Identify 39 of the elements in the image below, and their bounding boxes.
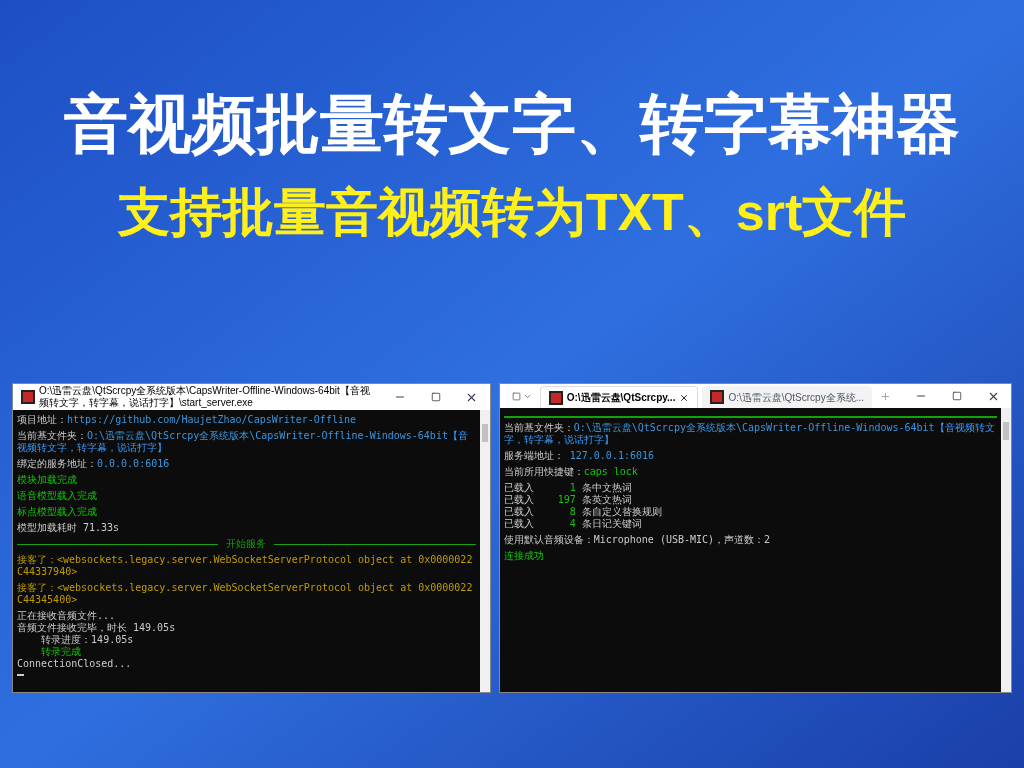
rule-label: 开始服务 xyxy=(226,538,267,550)
close-tab-icon[interactable] xyxy=(679,392,690,403)
console-line: 使用默认音频设备：Microphone (USB-MIC)，声道数：2 xyxy=(503,534,772,546)
console-line: ConnectionClosed... xyxy=(17,658,133,670)
console-line: 音频文件接收完毕，时长 149.05s xyxy=(17,622,177,634)
console-line: 语音模型载入完成 xyxy=(17,490,98,502)
console-line: 已载入 1 条中文热词 xyxy=(503,482,633,494)
maximize-icon xyxy=(430,392,441,402)
app-icon xyxy=(710,390,725,404)
console-line: 已载入 197 条英文热词 xyxy=(503,494,633,506)
console-line: 标点模型载入完成 xyxy=(17,506,98,518)
console-line: 连接成功 xyxy=(503,550,545,562)
console-line: 已载入 4 条日记关键词 xyxy=(503,518,643,530)
console-line: 转录进度：149.05s xyxy=(40,634,135,646)
console-line: 正在接收音频文件... xyxy=(17,610,117,622)
console-line: 接客了：<websockets.legacy.server.WebSocketServerProtocol object at 0x0000022C44337940> xyxy=(17,554,474,578)
scrollbar[interactable] xyxy=(1001,408,1011,692)
console-line: 模型加载耗时 71.33s xyxy=(17,522,121,534)
terminal-tab[interactable]: O:\迅雷云盘\QtScrcpy全系统... xyxy=(702,386,872,408)
console-line: 接客了：<websockets.legacy.server.WebSocketServerProtocol object at 0x0000022C44345400> xyxy=(17,582,474,606)
text-cursor xyxy=(17,674,24,676)
console-line: 当前基文件夹：O:\迅雷云盘\QtScrcpy全系统版本\CapsWriter-Offline-Windows-64bit【音视频转文字，转字幕，说话打字】 xyxy=(503,422,996,446)
app-icon xyxy=(21,390,35,404)
scrollbar[interactable] xyxy=(479,410,490,692)
console-line: 当前所用快捷键：caps lock xyxy=(503,466,639,478)
console-line: 绑定的服务地址：0.0.0.0:6016 xyxy=(17,458,171,470)
maximize-icon xyxy=(952,391,962,401)
console-line: 已载入 8 条自定义替换规则 xyxy=(503,506,663,518)
console-line: 当前基文件夹：O:\迅雷云盘\QtScrcpy全系统版本\CapsWriter-Offline-Windows-64bit【音视频转文字，转字幕，说话打字】 xyxy=(17,430,469,454)
headline-subtitle: 支持批量音视频转为TXT、srt文件 xyxy=(117,182,907,243)
plus-icon xyxy=(880,390,891,402)
console-line: 服务端地址： 127.0.0.1:6016 xyxy=(503,450,655,462)
console-line: 模块加载完成 xyxy=(17,474,78,486)
console-line: 转录完成 xyxy=(40,646,83,658)
app-icon xyxy=(548,390,563,405)
terminal-tab[interactable]: O:\迅雷云盘\QtScrcpy... xyxy=(539,386,699,408)
console-line: 项目地址：https://github.com/HaujetZhao/CapsWriter-Offline xyxy=(17,414,357,426)
window-title: O:\迅雷云盘\QtScrcpy全系统版本\CapsWriter-Offline-Windows-64bit【音视频转文字，转字幕，说话打字】\start_server.exe xyxy=(39,384,371,410)
headline-title: 音视频批量转文字、转字幕神器 xyxy=(64,87,960,162)
